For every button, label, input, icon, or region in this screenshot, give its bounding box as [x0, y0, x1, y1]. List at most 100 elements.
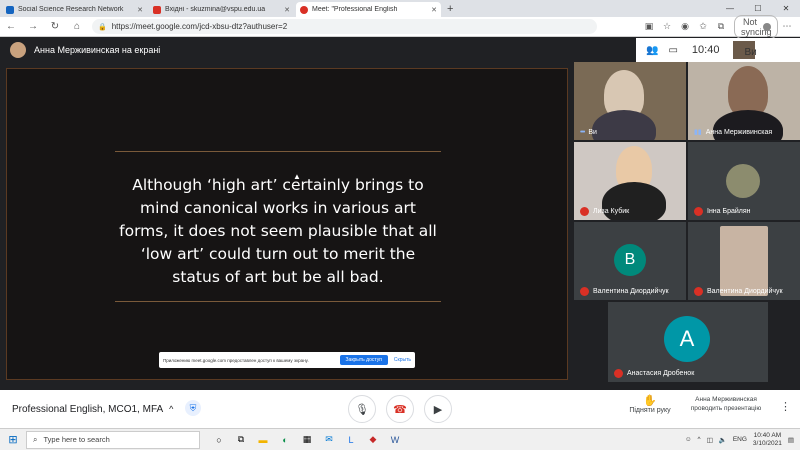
mic-off-icon [694, 207, 703, 216]
meeting-title: Professional English, MCO1, MFA [12, 403, 164, 415]
task-view-alt-icon[interactable]: ⧉ [230, 434, 252, 445]
mic-off-icon [694, 287, 703, 296]
sync-label: Not syncing [741, 16, 772, 37]
new-tab-button[interactable]: + [447, 2, 453, 17]
camera-button[interactable]: ▶ [424, 395, 452, 423]
people-icon[interactable]: 👥 [646, 45, 658, 56]
shield-app-icon[interactable]: ◆ [362, 434, 384, 445]
language-indicator[interactable]: ENG [733, 436, 747, 443]
participant-name: ••• Ви [580, 129, 597, 136]
mic-off-icon [580, 287, 589, 296]
search-placeholder: Type here to search [43, 435, 110, 444]
app-l-icon[interactable]: L [340, 435, 362, 445]
tab-label: Social Science Research Network [18, 6, 124, 13]
file-explorer-icon[interactable]: ▬ [252, 435, 274, 445]
volume-icon[interactable]: 🔈 [719, 436, 727, 444]
participant-tile[interactable]: А Анастасия Дробенок [608, 302, 768, 382]
store-icon[interactable]: ▦ [296, 434, 318, 445]
taskbar-clock[interactable]: 10:40 AM 3/10/2021 [753, 432, 782, 448]
raise-hand-button[interactable]: ✋ Підняти руку [624, 394, 676, 414]
task-view-icon[interactable]: ○ [208, 435, 230, 445]
self-thumb-label: Ви [744, 47, 757, 58]
audio-dots-icon: ••• [580, 129, 585, 136]
meet-icon [300, 5, 308, 14]
taskbar-time: 10:40 AM [753, 431, 782, 439]
hide-notice-link[interactable]: Скрыть [394, 357, 411, 363]
edge-browser-icon[interactable]: ◐ [274, 435, 296, 445]
windows-start-icon[interactable]: ⊞ [0, 433, 26, 446]
browser-tab-meet[interactable]: Meet: "Professional English ✕ [296, 2, 441, 17]
presentation-stage: Although ‘high art’ certainly brings to … [6, 68, 568, 380]
shield-icon[interactable]: ⛨ [185, 400, 201, 416]
participant-name: Валентина Диордийчук [694, 287, 783, 296]
mic-off-icon [614, 369, 623, 378]
hand-icon: ✋ [643, 395, 657, 407]
word-icon[interactable]: W [384, 435, 406, 445]
slide-text: Although ‘high art’ certainly brings to … [119, 176, 437, 286]
close-icon[interactable]: ✕ [284, 6, 290, 14]
collections-icon[interactable]: ⧉ [712, 21, 730, 32]
presenting-label: Анна Мерживинская проводить презентацію [690, 396, 762, 412]
profile-avatar [763, 22, 771, 31]
more-icon[interactable]: ⋯ [778, 21, 796, 32]
meet-clock: 10:40 [691, 44, 720, 56]
mail-icon[interactable]: ✉ [318, 434, 340, 445]
hang-up-icon: ☎ [393, 403, 407, 416]
url-input[interactable]: 🔒 https://meet.google.com/jcd-xbsu-dtz?a… [92, 19, 597, 34]
meeting-details-button[interactable]: Professional English, MCO1, MFA ^ [12, 404, 173, 415]
participant-name: Лиза Кубик [580, 207, 629, 216]
windows-taskbar: ⊞ ⌕ Type here to search ○ ⧉ ▬ ◐ ▦ ✉ L ◆ … [0, 428, 800, 450]
stop-sharing-button[interactable]: Закрыть доступ [339, 355, 388, 365]
extension-icon[interactable]: ◉ [676, 21, 694, 32]
participant-tile[interactable]: Інна Брайлян [688, 142, 800, 220]
presenter-bar: Анна Мерживинская на екрані [10, 42, 160, 58]
taskbar-apps: ○ ⧉ ▬ ◐ ▦ ✉ L ◆ W [208, 434, 406, 445]
slide-divider-top [115, 151, 441, 152]
system-tray: ☺ ^ ◫ 🔈 ENG 10:40 AM 3/10/2021 ▤ [685, 432, 800, 448]
meet-top-right: 👥 ▭ 10:40 Ви [636, 38, 800, 62]
notifications-icon[interactable]: ▤ [788, 436, 794, 444]
people-tray-icon[interactable]: ☺ [685, 436, 692, 443]
more-options-icon[interactable]: ⋮ [780, 400, 791, 413]
video-feed-body [592, 110, 656, 140]
participant-tile[interactable]: Лиза Кубик [574, 142, 686, 220]
slide-divider-bottom [115, 301, 441, 302]
participant-tile[interactable]: Валентина Диордийчук [688, 222, 800, 300]
tab-label: Meet: "Professional English [312, 6, 398, 13]
participant-tile[interactable]: В Валентина Диордийчук [574, 222, 686, 300]
reload-icon[interactable]: ↻ [44, 21, 66, 32]
end-call-button[interactable]: ☎ [386, 395, 414, 423]
camera-icon[interactable]: ▣ [640, 21, 658, 32]
presenter-label: Анна Мерживинская на екрані [34, 45, 161, 55]
notice-text: Приложению meet.google.com предоставлен … [163, 357, 309, 363]
participant-name: Анастасия Дробенок [614, 369, 694, 378]
meeting-controls: Professional English, MCO1, MFA ^ ⛨ 🎙 ☎ … [0, 390, 800, 428]
close-icon[interactable]: ✕ [431, 6, 437, 14]
network-icon[interactable]: ◫ [707, 436, 713, 444]
chat-icon[interactable]: ▭ [668, 45, 677, 56]
participant-tile[interactable]: ▮▮ Анна Мерживинская [688, 62, 800, 140]
browser-tab-ssrn[interactable]: Social Science Research Network ✕ [2, 2, 147, 17]
participant-tile[interactable]: ••• Ви [574, 62, 686, 140]
participant-avatar: В [614, 244, 646, 276]
mic-off-icon [580, 207, 589, 216]
taskbar-search-input[interactable]: ⌕ Type here to search [26, 430, 200, 449]
participant-avatar-photo [726, 164, 760, 198]
back-icon[interactable]: ← [0, 21, 22, 32]
star-icon[interactable]: ☆ [658, 21, 676, 32]
presenting-indicator[interactable]: Анна Мерживинская проводить презентацію [686, 395, 766, 413]
participant-name: Інна Брайлян [694, 207, 751, 216]
mouse-cursor-icon: ▲ [293, 172, 301, 181]
favorites-icon[interactable]: ✩ [694, 21, 712, 32]
chevron-up-icon[interactable]: ^ [698, 436, 701, 443]
close-icon[interactable]: ✕ [137, 6, 143, 14]
mic-button[interactable]: 🎙 [348, 395, 376, 423]
gmail-icon [153, 5, 161, 14]
self-thumbnail[interactable]: Ви [733, 41, 757, 59]
forward-icon[interactable]: → [22, 21, 44, 32]
screen-share-notice: Приложению meet.google.com предоставлен … [159, 352, 415, 368]
sync-button[interactable]: Not syncing [734, 14, 778, 39]
lock-icon: 🔒 [98, 23, 107, 31]
browser-tab-gmail[interactable]: Вхідні - skuzmina@vspu.edu.ua ✕ [149, 2, 294, 17]
home-icon[interactable]: ⌂ [66, 21, 88, 32]
